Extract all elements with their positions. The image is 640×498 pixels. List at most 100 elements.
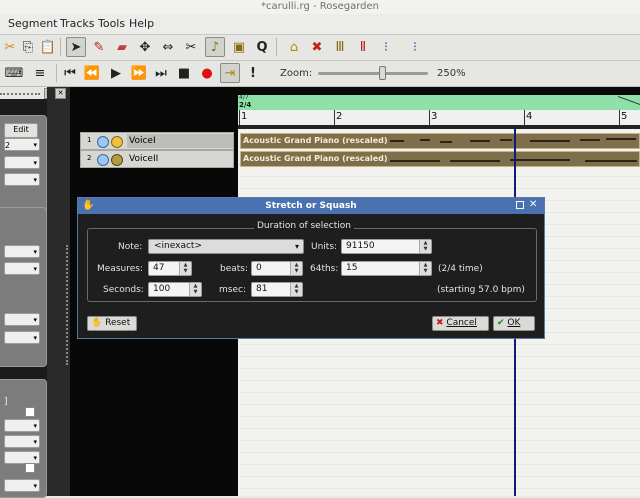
- spin-arrows-icon[interactable]: ▲ ▼: [179, 262, 191, 275]
- cancel-button[interactable]: ✖ Cancel: [432, 316, 489, 331]
- chevron-down-icon: ▾: [294, 242, 299, 251]
- left-combo-9[interactable]: ▾: [4, 435, 40, 448]
- note-preview: [500, 139, 512, 141]
- select-tool-icon[interactable]: ➤: [66, 37, 86, 57]
- draw-tool-icon[interactable]: ✎: [89, 37, 109, 57]
- menu-segment[interactable]: Segment: [8, 17, 58, 30]
- rewind-icon[interactable]: ⏪: [82, 63, 102, 83]
- more-icon[interactable]: ⁝: [376, 37, 396, 57]
- rewind-to-start-icon[interactable]: ⏮: [60, 63, 80, 83]
- chevron-down-icon: ▾: [33, 265, 37, 273]
- note-preview: [450, 160, 500, 162]
- track-header[interactable]: 1 VoiceI: [80, 132, 234, 150]
- delete-marker-icon[interactable]: ✖: [307, 37, 327, 57]
- spin-arrows-icon[interactable]: ▲ ▼: [290, 262, 302, 275]
- spin-arrows-icon[interactable]: ▲ ▼: [419, 240, 431, 253]
- checkbox-1[interactable]: [25, 407, 35, 417]
- keyboard-icon[interactable]: ⌨: [4, 63, 24, 83]
- bar-number: 1: [241, 111, 248, 122]
- dialog-titlebar[interactable]: Stretch or Squash: [78, 198, 544, 214]
- spin-arrows-icon[interactable]: ▲ ▼: [290, 283, 302, 296]
- move-tool-icon[interactable]: ✥: [135, 37, 155, 57]
- stretch-dialog: Stretch or Squash ✋ ✕ Duration of select…: [77, 197, 545, 339]
- left-combo-7[interactable]: ▾: [4, 331, 40, 344]
- units-value: 91150: [346, 241, 375, 251]
- time-signature-icon[interactable]: Ⅱ: [353, 37, 373, 57]
- mute-led-icon[interactable]: [97, 136, 109, 148]
- stop-icon[interactable]: ■: [174, 63, 194, 83]
- paste-icon[interactable]: 📋: [38, 37, 58, 57]
- note-value: <inexact>: [154, 241, 202, 251]
- left-combo-5[interactable]: ▾: [4, 262, 40, 275]
- note-preview: [420, 139, 430, 141]
- left-combo-1[interactable]: 2 ▾: [4, 138, 40, 151]
- menu-help[interactable]: Help: [129, 17, 154, 30]
- record-icon[interactable]: ●: [197, 63, 217, 83]
- ok-button[interactable]: ✔ OK: [493, 316, 535, 331]
- tempo-icon[interactable]: Ⅲ: [330, 37, 350, 57]
- drag-handle[interactable]: [0, 93, 40, 97]
- close-icon[interactable]: ✕: [529, 199, 537, 210]
- options-icon[interactable]: ⁝: [405, 37, 425, 57]
- toolbar-separator: [276, 38, 277, 56]
- segment-label: Acoustic Grand Piano (rescaled): [243, 154, 388, 163]
- track-label[interactable]: VoiceI: [127, 134, 233, 148]
- measures-field[interactable]: 47 ▲ ▼: [148, 261, 192, 276]
- erase-tool-icon[interactable]: ▰: [112, 37, 132, 57]
- msec-value: 81: [256, 284, 268, 294]
- measures-label: Measures:: [97, 264, 143, 274]
- maximize-icon[interactable]: [516, 201, 524, 209]
- track-header[interactable]: 2 VoiceII: [80, 150, 234, 168]
- segment[interactable]: Acoustic Grand Piano (rescaled): [240, 151, 640, 167]
- segment-label: Acoustic Grand Piano (rescaled): [243, 136, 388, 145]
- note-preview: [530, 140, 570, 142]
- edit-button[interactable]: Edit: [4, 123, 38, 138]
- units-field[interactable]: 91150 ▲ ▼: [341, 239, 432, 254]
- checkbox-2[interactable]: [25, 463, 35, 473]
- edit-toolbar: ✂ ⎘ 📋 ➤ ✎ ▰ ✥ ⇔ ✂ ♪ ▣ Q ⌂ ✖ Ⅲ Ⅱ ⁝ ⁝: [0, 35, 640, 61]
- msec-field[interactable]: 81 ▲ ▼: [251, 282, 303, 297]
- stretch-tool-icon[interactable]: ♪: [205, 37, 225, 57]
- sixtyfourths-field[interactable]: 15 ▲ ▼: [341, 261, 432, 276]
- left-combo-6[interactable]: ▾: [4, 313, 40, 326]
- copy-icon[interactable]: ⎘: [18, 37, 38, 57]
- cut-icon[interactable]: ✂: [0, 37, 20, 57]
- note-label: Note:: [118, 242, 143, 252]
- left-combo-3[interactable]: ▾: [4, 173, 40, 186]
- menu-tracks[interactable]: Tracks: [60, 17, 95, 30]
- left-combo-4[interactable]: ▾: [4, 245, 40, 258]
- fast-forward-icon[interactable]: ⏩: [129, 63, 149, 83]
- play-icon[interactable]: ▶: [106, 63, 126, 83]
- left-combo-11[interactable]: ▾: [4, 479, 40, 492]
- seconds-field[interactable]: 100 ▲ ▼: [148, 282, 202, 297]
- zoom-slider-track: [318, 72, 428, 75]
- beats-field[interactable]: 0 ▲ ▼: [251, 261, 303, 276]
- note-combo[interactable]: <inexact> ▾: [148, 239, 304, 254]
- zoom-label: Zoom:: [280, 68, 313, 79]
- mute-led-icon[interactable]: [97, 154, 109, 166]
- reset-button[interactable]: ✋ Reset: [87, 316, 137, 331]
- split-tool-icon[interactable]: ✂: [181, 37, 201, 57]
- left-combo-2[interactable]: ▾: [4, 156, 40, 169]
- fast-forward-to-end-icon[interactable]: ⏭: [151, 63, 171, 83]
- bar-tick: [334, 110, 335, 125]
- mixer-icon[interactable]: ≡: [30, 63, 50, 83]
- track-label[interactable]: VoiceII: [127, 152, 233, 166]
- msec-label: msec:: [219, 285, 246, 295]
- zoom-slider-handle[interactable]: [378, 66, 386, 80]
- tempo-ruler[interactable]: [238, 95, 640, 110]
- menu-tools[interactable]: Tools: [98, 17, 125, 30]
- add-marker-icon[interactable]: ⌂: [284, 37, 304, 57]
- quantize-icon[interactable]: Q: [252, 37, 272, 57]
- left-combo-8[interactable]: ▾: [4, 419, 40, 432]
- loop-icon[interactable]: ⇥: [220, 63, 240, 83]
- resize-tool-icon[interactable]: ⇔: [158, 37, 178, 57]
- spin-arrows-icon[interactable]: ▲ ▼: [189, 283, 201, 296]
- join-tool-icon[interactable]: ▣: [229, 37, 249, 57]
- sixtyfourths-value: 15: [346, 263, 358, 273]
- solo-icon[interactable]: !: [243, 63, 263, 83]
- spin-arrows-icon[interactable]: ▲ ▼: [419, 262, 431, 275]
- close-panel-icon[interactable]: ✕: [55, 88, 66, 99]
- record-led-icon[interactable]: [111, 136, 123, 148]
- record-led-icon[interactable]: [111, 154, 123, 166]
